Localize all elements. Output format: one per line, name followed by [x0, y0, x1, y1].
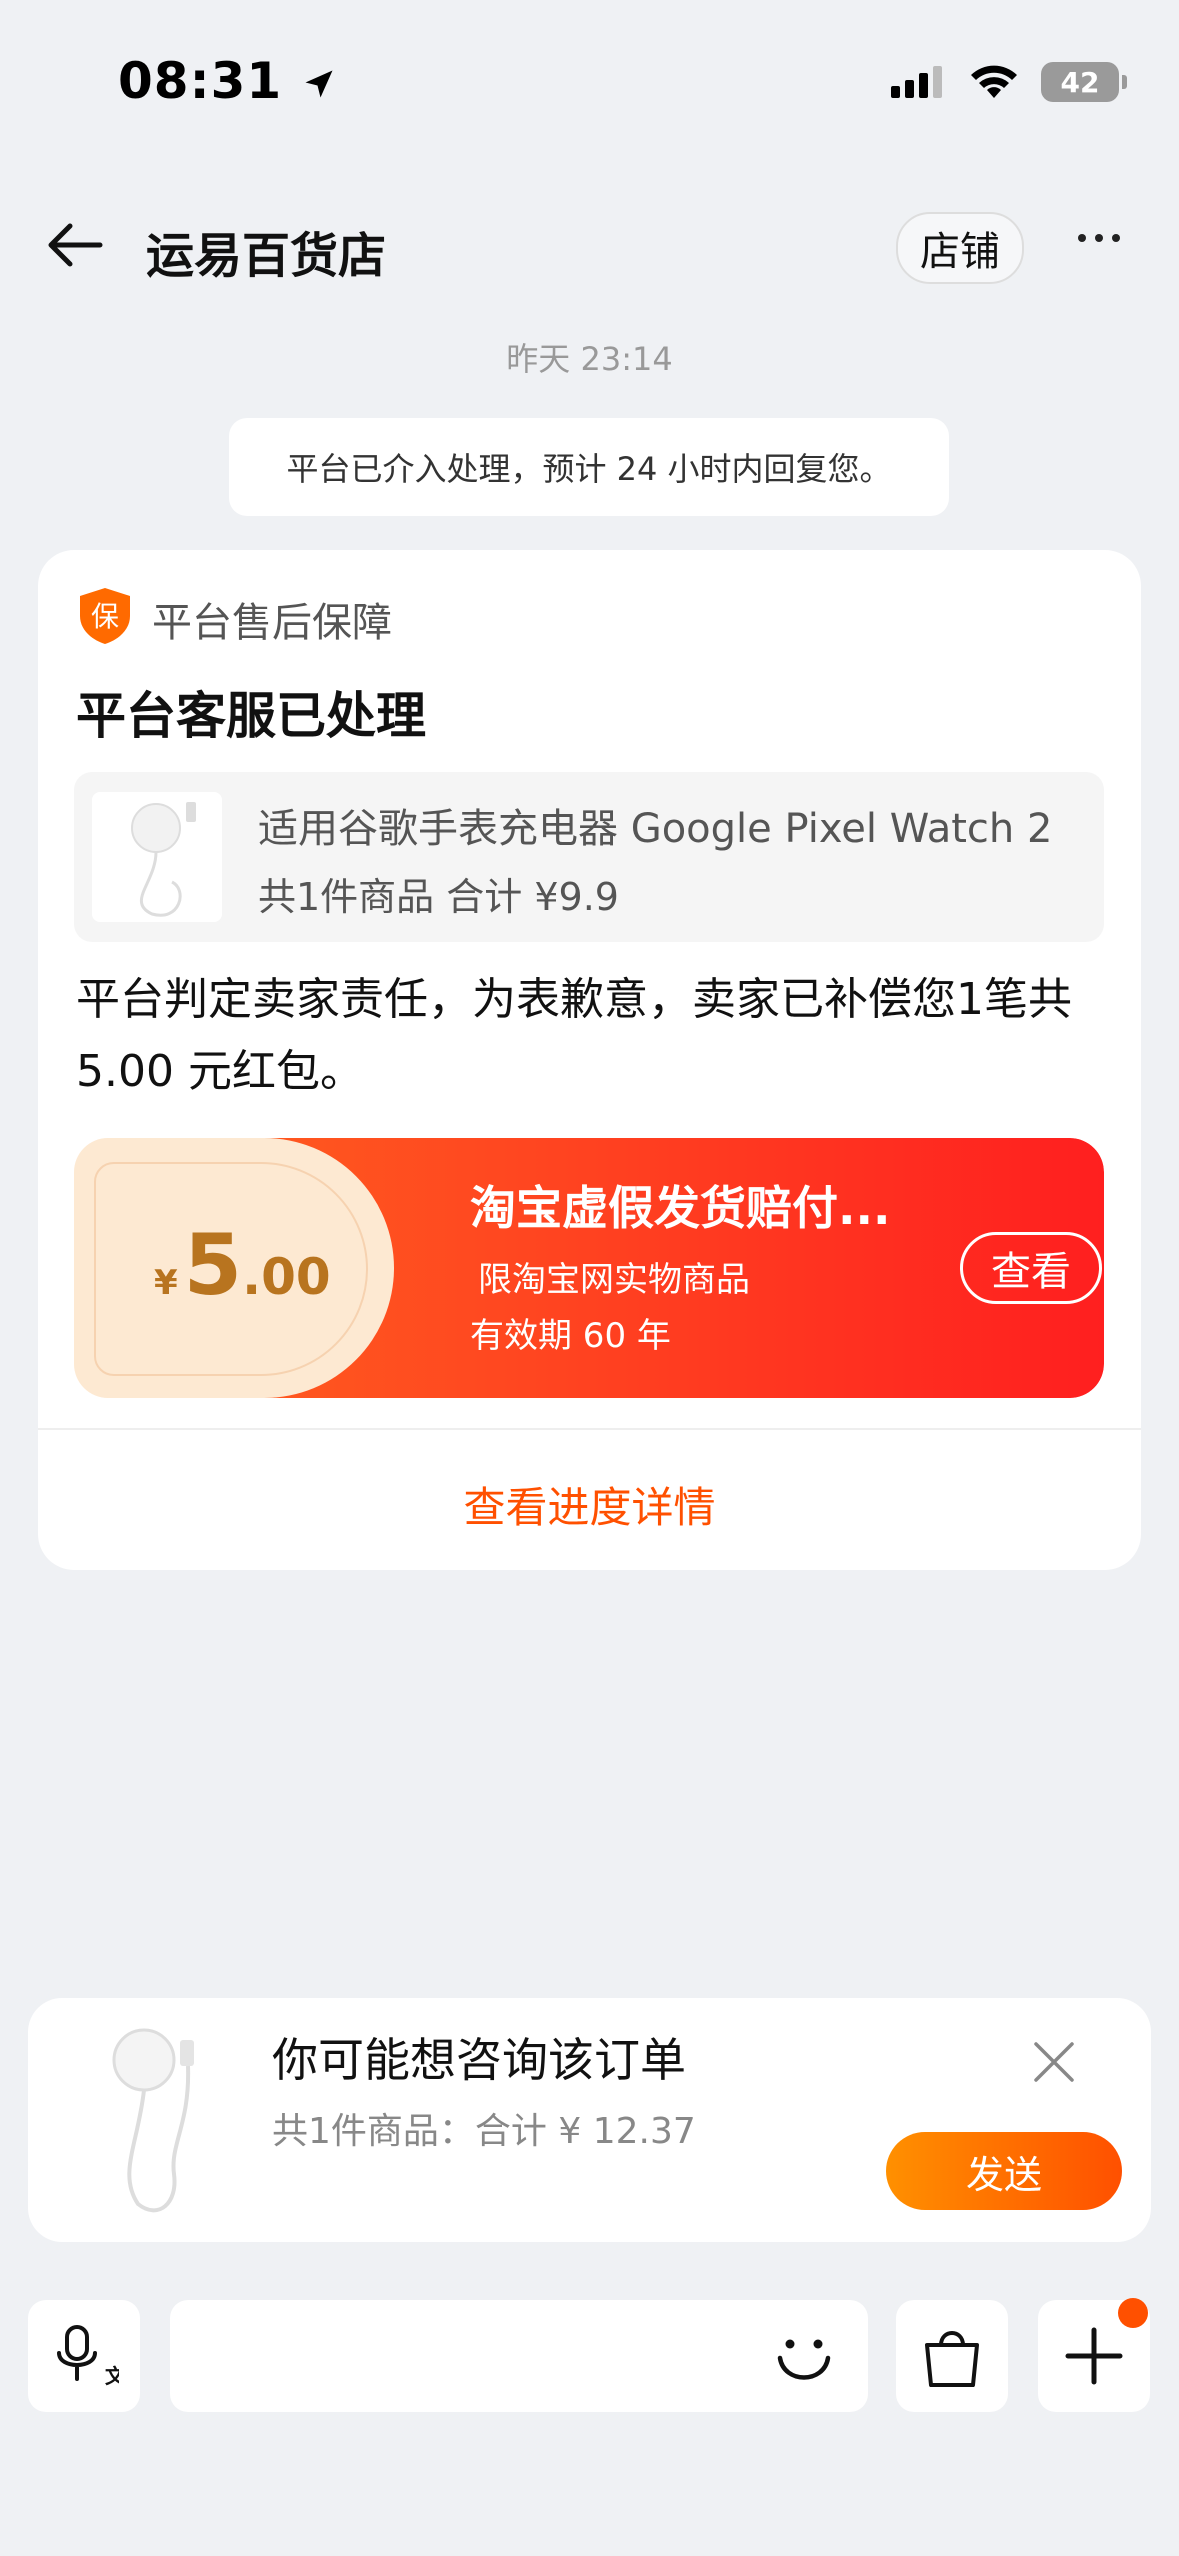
wifi-icon: [971, 65, 1017, 98]
divider: [38, 1428, 1141, 1430]
view-coupon-button[interactable]: 查看: [960, 1232, 1102, 1304]
plus-icon: [1065, 2327, 1123, 2385]
suggestion-title: 你可能想咨询该订单: [272, 2033, 686, 2087]
red-packet-coupon[interactable]: ¥5.00 淘宝虚假发货赔付... 限淘宝网实物商品 有效期 60 年 查看: [74, 1138, 1104, 1398]
shop-button[interactable]: 店铺: [896, 212, 1024, 284]
product-item[interactable]: 适用谷歌手表充电器 Google Pixel Watch 2 共1件商品 合计 …: [74, 772, 1104, 942]
verdict-text: 平台判定卖家责任，为表歉意，卖家已补偿您1笔共 5.00 元红包。: [76, 974, 1072, 1097]
message-input[interactable]: [170, 2300, 868, 2412]
product-summary: 共1件商品 合计 ¥9.9: [258, 875, 619, 919]
svg-text:文: 文: [105, 2364, 119, 2388]
page-title: 运易百货店: [146, 228, 387, 284]
product-name: 适用谷歌手表充电器 Google Pixel Watch 2: [258, 806, 1053, 852]
signal-icon: [891, 66, 942, 98]
coupon-amount: ¥5.00: [154, 1216, 331, 1314]
voice-icon: 文: [57, 2325, 119, 2388]
order-suggestion-card: 你可能想咨询该订单 共1件商品：合计 ¥ 12.37 发送: [28, 1998, 1151, 2242]
coupon-validity: 有效期 60 年: [470, 1316, 671, 1356]
suggestion-summary: 共1件商品：合计 ¥ 12.37: [272, 2111, 696, 2152]
location-arrow-icon: [305, 70, 333, 98]
notification-dot: [1118, 2298, 1148, 2328]
message-timestamp: 昨天 23:14: [506, 340, 673, 378]
coupon-scope: 限淘宝网实物商品: [478, 1260, 750, 1300]
close-icon[interactable]: [1032, 2040, 1076, 2084]
battery-indicator: 42: [1041, 62, 1127, 102]
card-title: 平台客服已处理: [76, 687, 426, 745]
send-button[interactable]: 发送: [886, 2132, 1122, 2210]
more-icon[interactable]: [1078, 234, 1120, 242]
shield-icon: 保: [80, 588, 130, 644]
voice-input-button[interactable]: 文: [28, 2300, 140, 2412]
view-progress-link[interactable]: 查看进度详情: [38, 1474, 1141, 1535]
card-label: 平台售后保障: [152, 600, 392, 646]
back-button[interactable]: [42, 212, 108, 282]
coupon-name: 淘宝虚假发货赔付...: [470, 1181, 891, 1235]
after-sales-card: 保 平台售后保障 平台客服已处理 适用谷歌手表充电器 Google Pixel …: [38, 550, 1141, 1570]
status-time: 08:31: [118, 52, 337, 110]
svg-text:保: 保: [91, 600, 119, 633]
product-thumbnail: [92, 792, 222, 922]
system-message: 平台已介入处理，预计 24 小时内回复您。: [229, 418, 949, 516]
back-arrow-icon: [48, 223, 103, 267]
status-icons: 42: [891, 62, 1127, 102]
bag-icon: [925, 2331, 979, 2387]
order-product-image: [112, 2028, 194, 2213]
emoji-icon[interactable]: [770, 2322, 838, 2390]
order-bag-button[interactable]: [896, 2300, 1008, 2412]
